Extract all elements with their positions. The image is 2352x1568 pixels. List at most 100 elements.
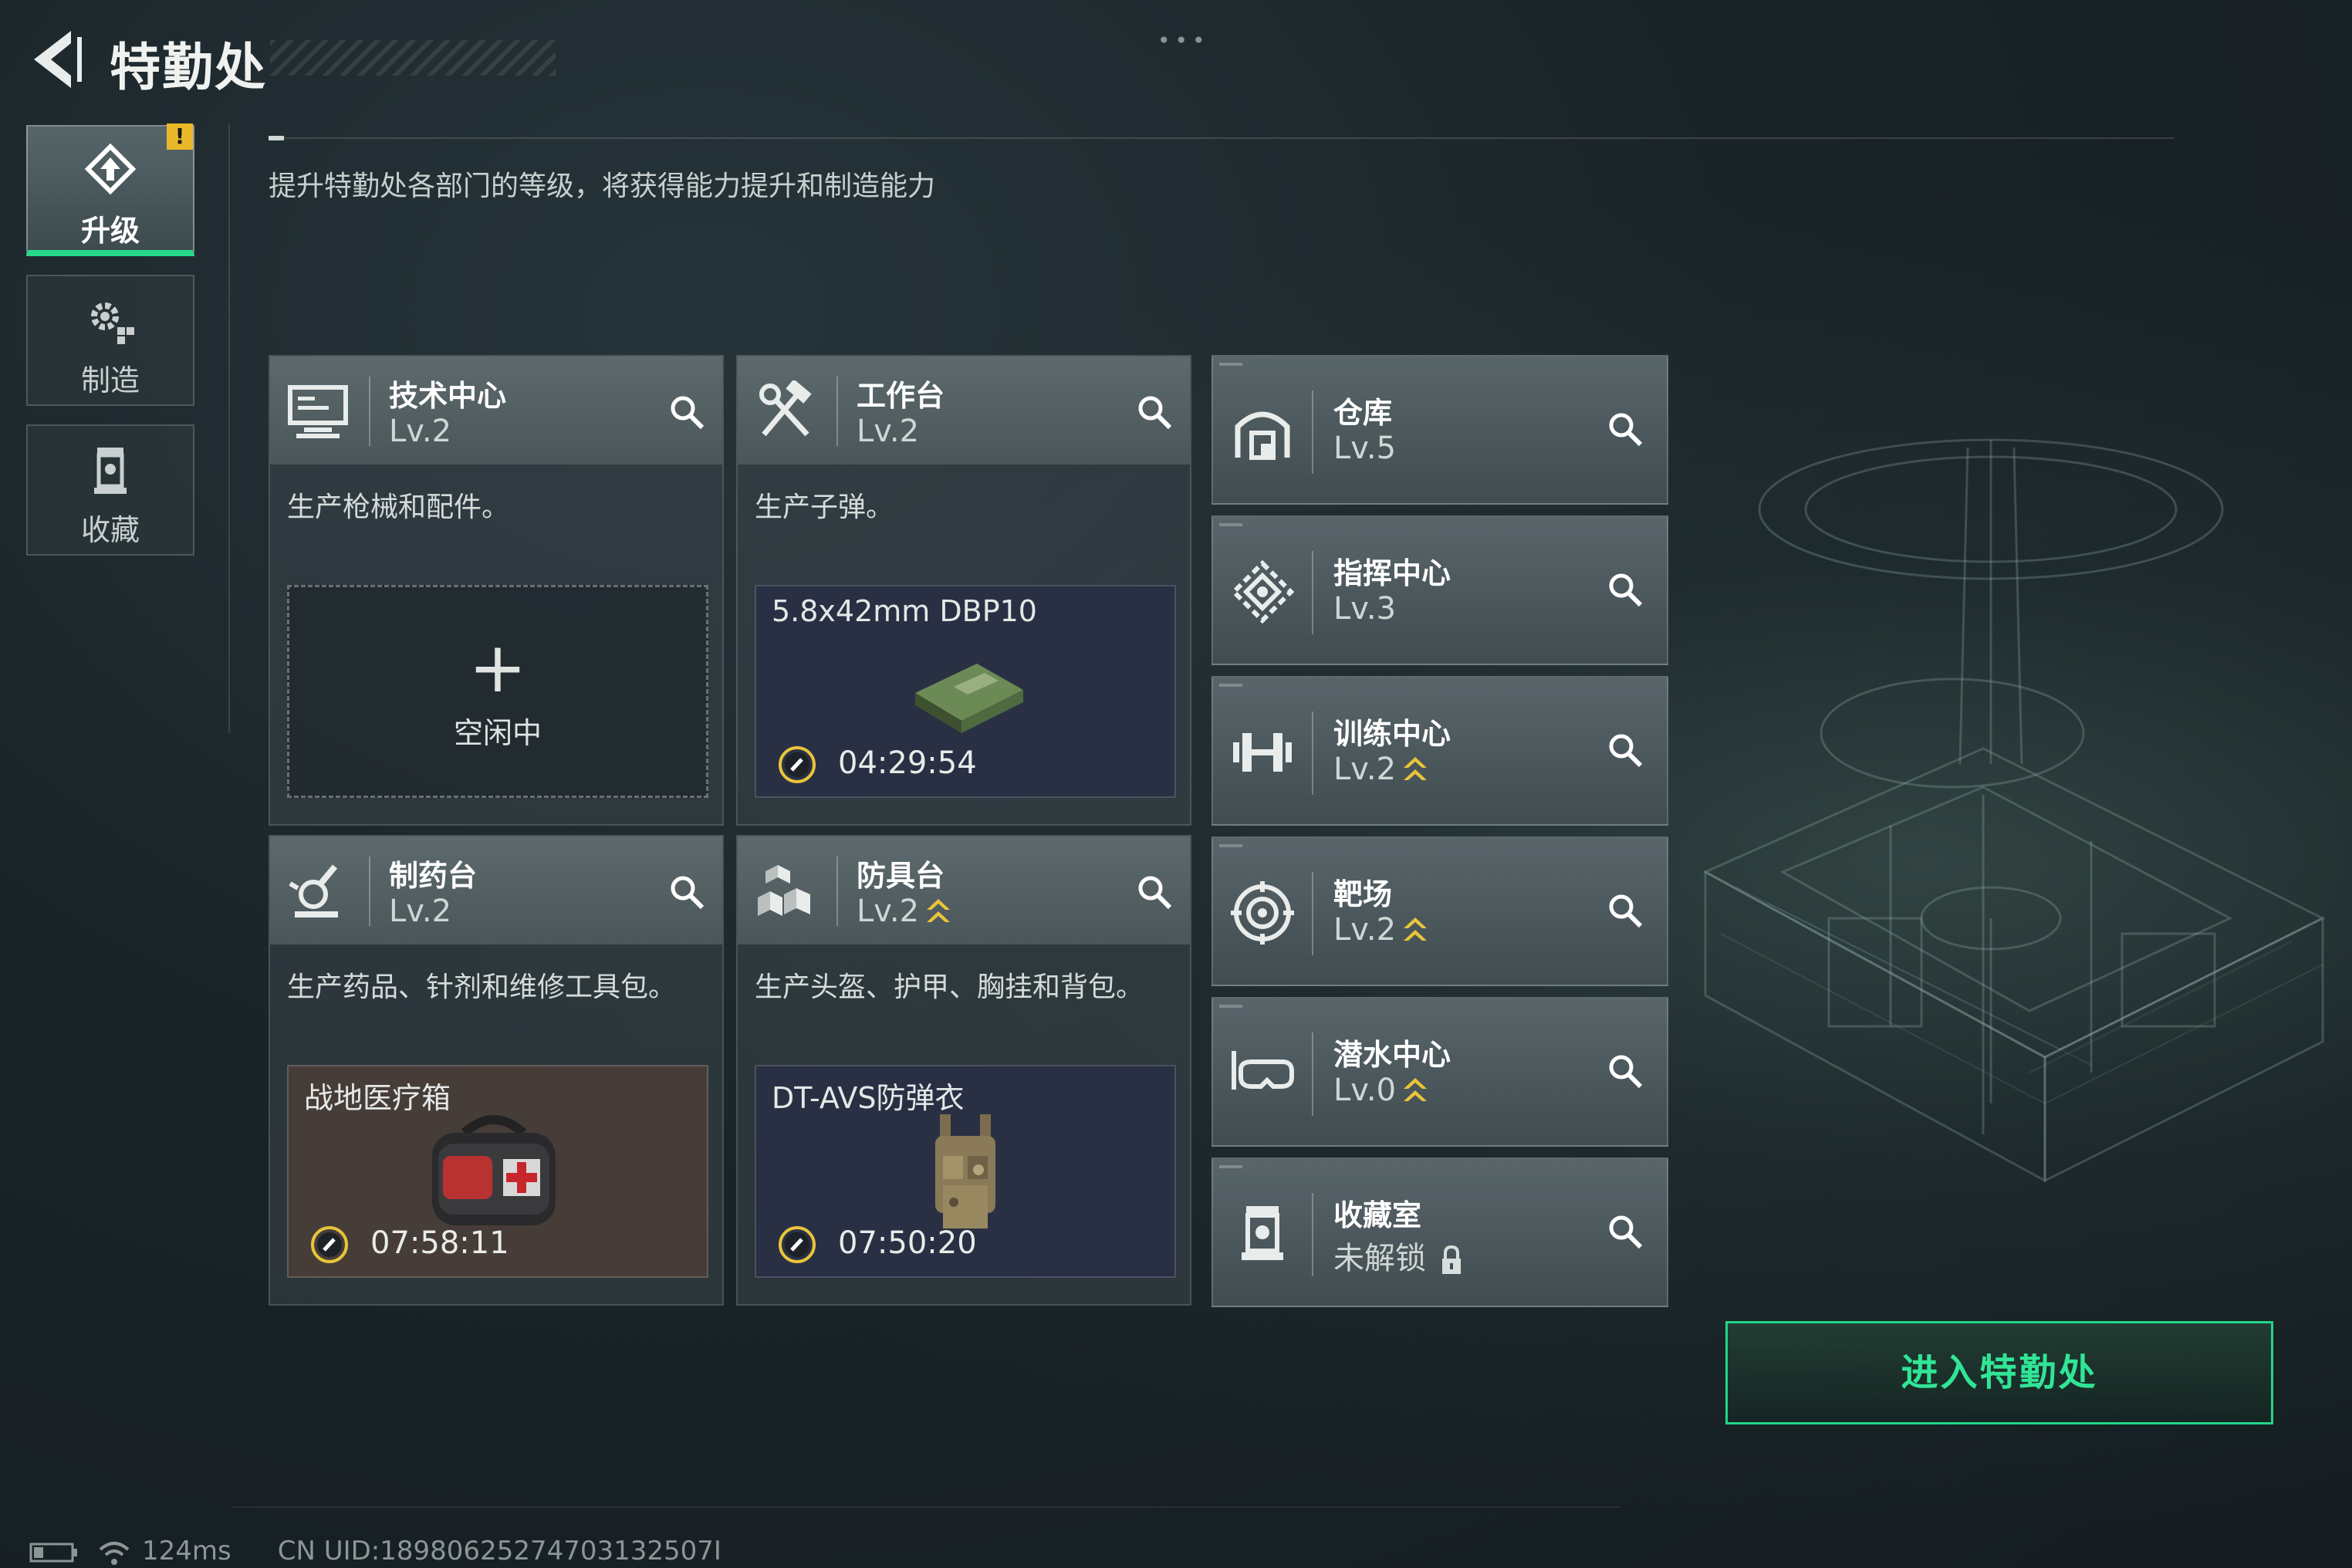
- production-slot-idle[interactable]: + 空闲中: [287, 585, 708, 798]
- facility-training-center[interactable]: 训练中心 Lv.2: [1211, 676, 1668, 826]
- facility-name: 防具台: [857, 859, 945, 893]
- title-decoration: [270, 40, 556, 76]
- divider: [836, 857, 838, 926]
- status-bar: 124ms CN UID:18980625274703132507I: [29, 1536, 768, 1566]
- search-icon[interactable]: [1605, 890, 1645, 931]
- divider: [369, 377, 370, 446]
- command-center-icon: [1225, 557, 1299, 627]
- facility-shooting-range[interactable]: 靶场 Lv.2: [1211, 836, 1668, 986]
- divider: [836, 377, 838, 446]
- notification-badge: !: [167, 123, 193, 150]
- display-case-icon: [28, 443, 193, 497]
- card-pharmacy[interactable]: 制药台 Lv.2 生产药品、针剂和维修工具包。 战地医疗箱 07:58:11: [269, 835, 724, 1306]
- card-armor-bench[interactable]: 防具台 Lv.2 生产头盔、护甲、胸挂和背包。 DT-AVS防弹衣 07:50:…: [736, 835, 1191, 1306]
- production-timer: 07:58:11: [370, 1225, 509, 1261]
- timer-icon: [779, 1226, 816, 1263]
- tab-craft[interactable]: 制造: [26, 275, 194, 406]
- search-icon[interactable]: [1605, 1051, 1645, 1091]
- upgrade-available-icon: [1404, 917, 1428, 941]
- nav-divider: [228, 123, 230, 733]
- header-rule-mark: [269, 136, 284, 140]
- search-icon[interactable]: [1605, 730, 1645, 770]
- level-text: Lv.2: [1333, 752, 1397, 787]
- facility-name: 制药台: [389, 859, 478, 893]
- level-text: Lv.2: [857, 894, 920, 929]
- timer-icon: [311, 1226, 348, 1263]
- search-icon[interactable]: [667, 392, 707, 432]
- add-icon: +: [468, 627, 527, 708]
- facility-name: 工作台: [857, 379, 945, 413]
- upgrade-icon: [28, 144, 193, 198]
- card-workbench[interactable]: 工作台 Lv.2 生产子弹。 5.8x42mm DBP10 04:29:54: [736, 355, 1191, 826]
- divider: [369, 857, 370, 926]
- facility-description: 生产头盔、护甲、胸挂和背包。: [755, 972, 1144, 1003]
- facility-name: 训练中心: [1333, 717, 1451, 751]
- facility-name: 收藏室: [1333, 1198, 1422, 1232]
- search-icon[interactable]: [667, 872, 707, 912]
- upgrade-available-icon: [927, 899, 951, 922]
- facility-level: Lv.2: [857, 414, 920, 449]
- facility-level: Lv.0: [1333, 1073, 1428, 1108]
- facility-level: Lv.2: [389, 894, 452, 929]
- armor-blocks-icon: [749, 858, 823, 924]
- enter-special-ops-button[interactable]: 进入特勤处: [1725, 1321, 2273, 1424]
- facility-diving-center[interactable]: 潜水中心 Lv.0: [1211, 997, 1668, 1147]
- production-timer: 04:29:54: [838, 745, 977, 781]
- upgrade-available-icon: [1404, 757, 1428, 780]
- production-slot[interactable]: 5.8x42mm DBP10 04:29:54: [755, 585, 1176, 798]
- display-case-icon: [1225, 1199, 1299, 1269]
- facility-description: 生产子弹。: [755, 492, 894, 523]
- diving-mask-icon: [1225, 1039, 1299, 1108]
- card-header: 技术中心 Lv.2: [270, 357, 722, 465]
- search-icon[interactable]: [1134, 392, 1174, 432]
- corner-mark: [1219, 684, 1242, 687]
- wifi-icon: [99, 1541, 130, 1565]
- body-armor-image: [935, 1114, 995, 1228]
- card-header: 防具台 Lv.2: [738, 836, 1190, 945]
- corner-mark: [1219, 1005, 1242, 1008]
- search-icon[interactable]: [1605, 409, 1645, 449]
- footer-rule: [231, 1506, 1620, 1508]
- production-slot[interactable]: DT-AVS防弹衣 07:50:20: [755, 1065, 1176, 1278]
- facility-level: Lv.5: [1333, 431, 1397, 466]
- page-title: 特勤处: [110, 38, 267, 97]
- facility-name: 技术中心: [389, 379, 507, 413]
- tab-label: 升级: [80, 214, 140, 248]
- timer-icon: [779, 746, 816, 783]
- tab-label: 收藏: [80, 513, 140, 547]
- divider: [1312, 1193, 1313, 1276]
- facility-warehouse[interactable]: 仓库 Lv.5: [1211, 355, 1668, 505]
- medkit-image: [432, 1115, 556, 1225]
- corner-mark: [1219, 363, 1242, 366]
- facility-command-center[interactable]: 指挥中心 Lv.3: [1211, 515, 1668, 665]
- level-text: Lv.0: [1333, 1073, 1397, 1108]
- production-timer: 07:50:20: [838, 1225, 977, 1261]
- lock-icon: [1442, 1245, 1461, 1274]
- search-icon[interactable]: [1605, 1211, 1645, 1252]
- search-icon[interactable]: [1605, 569, 1645, 610]
- level-text: 未解锁: [1333, 1241, 1426, 1276]
- tab-collection[interactable]: 收藏: [26, 424, 194, 556]
- divider: [1312, 1032, 1313, 1116]
- divider: [1312, 390, 1313, 474]
- search-icon[interactable]: [1134, 872, 1174, 912]
- user-uid: CN UID:18980625274703132507I: [277, 1536, 721, 1566]
- target-icon: [1225, 878, 1299, 948]
- divider: [1312, 711, 1313, 795]
- back-arrow-icon[interactable]: [26, 26, 88, 93]
- corner-mark: [1219, 523, 1242, 526]
- level-text: Lv.2: [1333, 912, 1397, 948]
- header-rule: [269, 137, 2175, 139]
- computer-icon: [281, 378, 355, 444]
- facility-level: 未解锁: [1333, 1233, 1463, 1278]
- card-tech-center[interactable]: 技术中心 Lv.2 生产枪械和配件。 + 空闲中: [269, 355, 724, 826]
- facility-collection-room[interactable]: 收藏室 未解锁: [1211, 1157, 1668, 1307]
- divider: [1312, 551, 1313, 634]
- card-header: 工作台 Lv.2: [738, 357, 1190, 465]
- facility-level: Lv.3: [1333, 591, 1397, 627]
- production-slot[interactable]: 战地医疗箱 07:58:11: [287, 1065, 708, 1278]
- microscope-icon: [281, 858, 355, 924]
- facility-name: 仓库: [1333, 396, 1393, 430]
- ammo-box-image: [915, 664, 1023, 733]
- drag-handle[interactable]: •••: [1157, 28, 1210, 53]
